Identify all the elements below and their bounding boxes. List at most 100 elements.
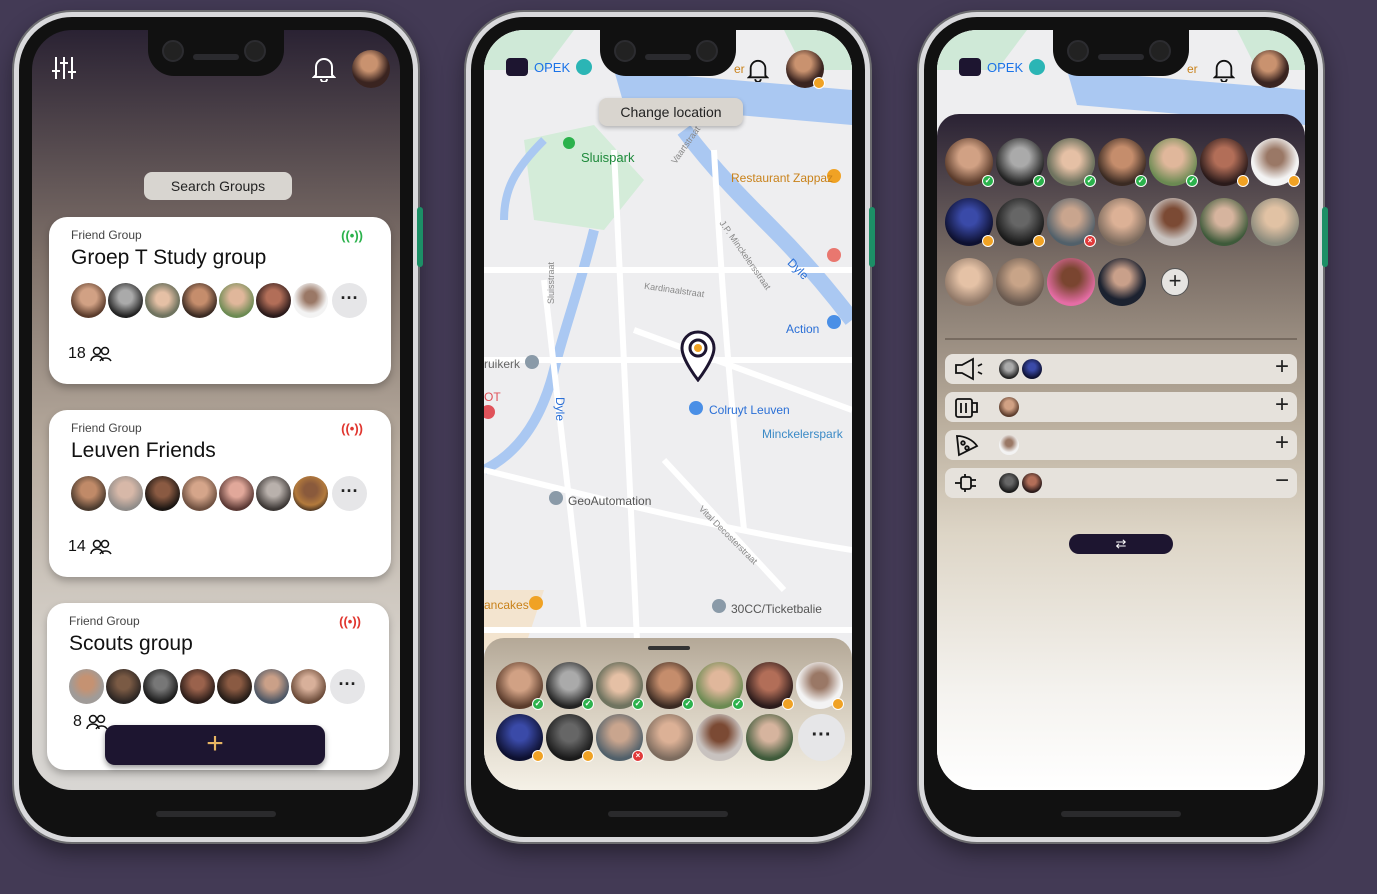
search-groups-button[interactable]: Search Groups <box>144 172 292 200</box>
avatar[interactable] <box>182 283 217 318</box>
bell-icon[interactable] <box>746 58 770 87</box>
friends-bottom-sheet[interactable]: ✓ ✓ ✓ ✓ ✓ × ··· <box>484 638 852 790</box>
avatar[interactable] <box>256 476 291 511</box>
avatar[interactable] <box>69 669 104 704</box>
add-to-activity-button[interactable]: + <box>1275 391 1289 419</box>
avatar[interactable] <box>999 397 1019 417</box>
group-card[interactable]: Friend Group Leuven Friends ((•)) ··· 14 <box>49 410 391 577</box>
map-label: 30CC/Ticketbalie <box>731 602 822 616</box>
avatar[interactable]: ✓ <box>996 138 1045 187</box>
avatar[interactable] <box>1098 258 1146 306</box>
avatar[interactable] <box>143 669 178 704</box>
filter-sliders-icon[interactable] <box>50 54 78 88</box>
profile-avatar[interactable] <box>352 50 390 88</box>
swap-button[interactable]: ⇄ <box>1069 534 1173 554</box>
avatar[interactable] <box>996 198 1045 247</box>
avatar[interactable] <box>945 258 993 306</box>
avatar[interactable] <box>945 198 994 247</box>
avatar[interactable]: ✓ <box>646 662 694 710</box>
broadcast-icon: ((•)) <box>341 228 363 243</box>
avatar[interactable] <box>145 476 180 511</box>
remove-from-activity-button[interactable]: − <box>1275 467 1289 495</box>
avatar[interactable] <box>646 714 693 761</box>
more-members-button[interactable]: ··· <box>332 476 367 511</box>
avatar[interactable] <box>1200 138 1249 187</box>
avatar[interactable] <box>180 669 215 704</box>
avatar[interactable]: ✓ <box>1098 138 1147 187</box>
avatar[interactable]: ✓ <box>596 662 644 710</box>
location-pin-icon[interactable] <box>680 330 716 382</box>
avatar[interactable] <box>796 662 844 710</box>
activity-row-beer[interactable]: + <box>945 391 1297 422</box>
avatar[interactable] <box>996 258 1044 306</box>
avatar[interactable] <box>1098 198 1146 246</box>
profile-avatar[interactable] <box>786 50 825 89</box>
avatar[interactable] <box>291 669 326 704</box>
change-location-button[interactable]: Change location <box>599 98 743 126</box>
add-person-button[interactable]: + <box>1161 268 1189 296</box>
avatar[interactable] <box>746 662 794 710</box>
add-to-activity-button[interactable]: + <box>1275 429 1289 457</box>
avatar[interactable] <box>496 714 544 762</box>
group-card[interactable]: Friend Group Groep T Study group ((•)) ·… <box>49 217 391 384</box>
avatar[interactable]: ✓ <box>696 662 744 710</box>
avatar[interactable] <box>256 283 291 318</box>
avatar[interactable] <box>254 669 289 704</box>
avatar[interactable] <box>696 714 743 761</box>
avatar[interactable] <box>746 714 793 761</box>
avatar[interactable] <box>219 283 254 318</box>
avatar[interactable] <box>108 476 143 511</box>
avatar[interactable] <box>106 669 141 704</box>
people-icon <box>86 714 108 730</box>
avatar[interactable] <box>1200 198 1248 246</box>
avatar[interactable] <box>145 283 180 318</box>
more-members-button[interactable]: ··· <box>330 669 365 704</box>
avatar[interactable] <box>1047 258 1095 306</box>
sheet-handle[interactable] <box>648 646 690 650</box>
add-to-activity-button[interactable]: + <box>1275 353 1289 381</box>
avatar[interactable] <box>1022 473 1042 493</box>
bell-icon[interactable] <box>1212 58 1236 87</box>
profile-avatar[interactable] <box>1251 50 1289 88</box>
avatar[interactable] <box>71 283 106 318</box>
avatar[interactable]: ✓ <box>496 662 544 710</box>
avatar[interactable] <box>999 435 1019 455</box>
screen: Search Groups Friend Group Groep T Study… <box>32 30 400 790</box>
avatar[interactable] <box>182 476 217 511</box>
avatar[interactable] <box>217 669 252 704</box>
avatar[interactable] <box>293 476 328 511</box>
avatar[interactable] <box>999 359 1019 379</box>
avatar[interactable] <box>1022 359 1042 379</box>
avatar[interactable] <box>71 476 106 511</box>
avatar[interactable]: ✓ <box>1047 138 1096 187</box>
add-group-button[interactable]: + <box>105 725 325 765</box>
avatar[interactable] <box>219 476 254 511</box>
avatar[interactable] <box>1251 198 1299 246</box>
more-members-button[interactable]: ··· <box>332 283 367 318</box>
avatar[interactable] <box>1149 198 1197 246</box>
avatar[interactable] <box>293 283 328 318</box>
map-label: OT <box>484 390 501 404</box>
avatar[interactable]: ✓ <box>546 662 594 710</box>
avatar[interactable]: × <box>1047 198 1096 247</box>
opek-logo[interactable]: OPEK <box>959 58 1046 76</box>
avatar[interactable] <box>1251 138 1300 187</box>
phone-activities: OPEK er ✓ ✓ ✓ ✓ ✓ × + + + + − ⇄ <box>919 12 1328 842</box>
avatar[interactable] <box>108 283 143 318</box>
member-avatars: ··· <box>69 669 365 704</box>
status-away-icon <box>582 750 594 762</box>
status-online-icon: ✓ <box>1186 175 1198 187</box>
activity-row-pizza[interactable]: + <box>945 429 1297 460</box>
avatar[interactable] <box>546 714 594 762</box>
activity-row-plug[interactable]: − <box>945 467 1297 498</box>
more-friends-button[interactable]: ··· <box>798 714 845 761</box>
bell-icon[interactable] <box>311 56 337 88</box>
map-marker-icon <box>1029 59 1046 75</box>
avatar[interactable]: ✓ <box>945 138 994 187</box>
avatar[interactable] <box>999 473 1019 493</box>
opek-logo[interactable]: OPEK <box>506 58 593 76</box>
map-label: ruikerk <box>484 357 521 371</box>
avatar[interactable]: × <box>596 714 644 762</box>
avatar[interactable]: ✓ <box>1149 138 1198 187</box>
activity-row-megaphone[interactable]: + <box>945 353 1297 384</box>
